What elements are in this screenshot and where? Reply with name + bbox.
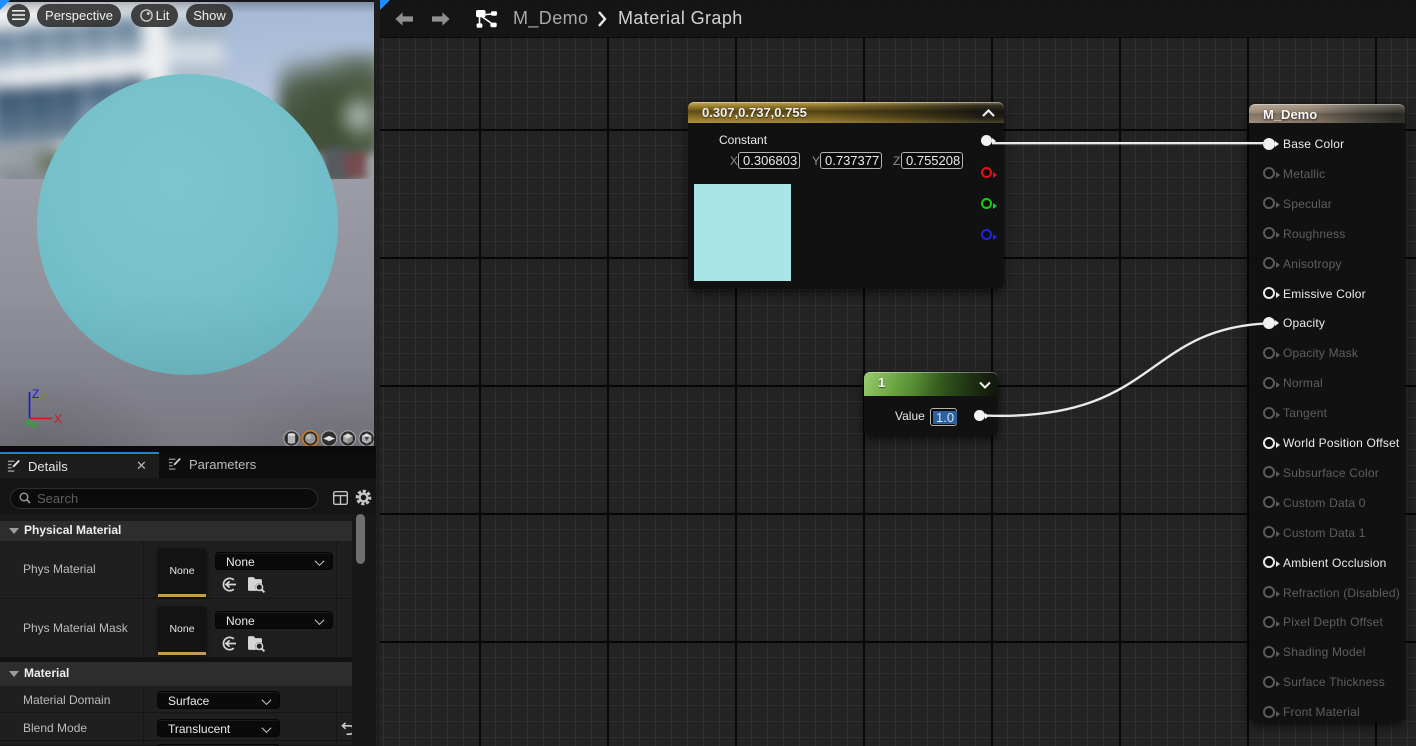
- svg-text:Y: Y: [30, 419, 38, 433]
- svg-text:Z: Z: [32, 387, 39, 401]
- svg-text:X: X: [54, 412, 62, 426]
